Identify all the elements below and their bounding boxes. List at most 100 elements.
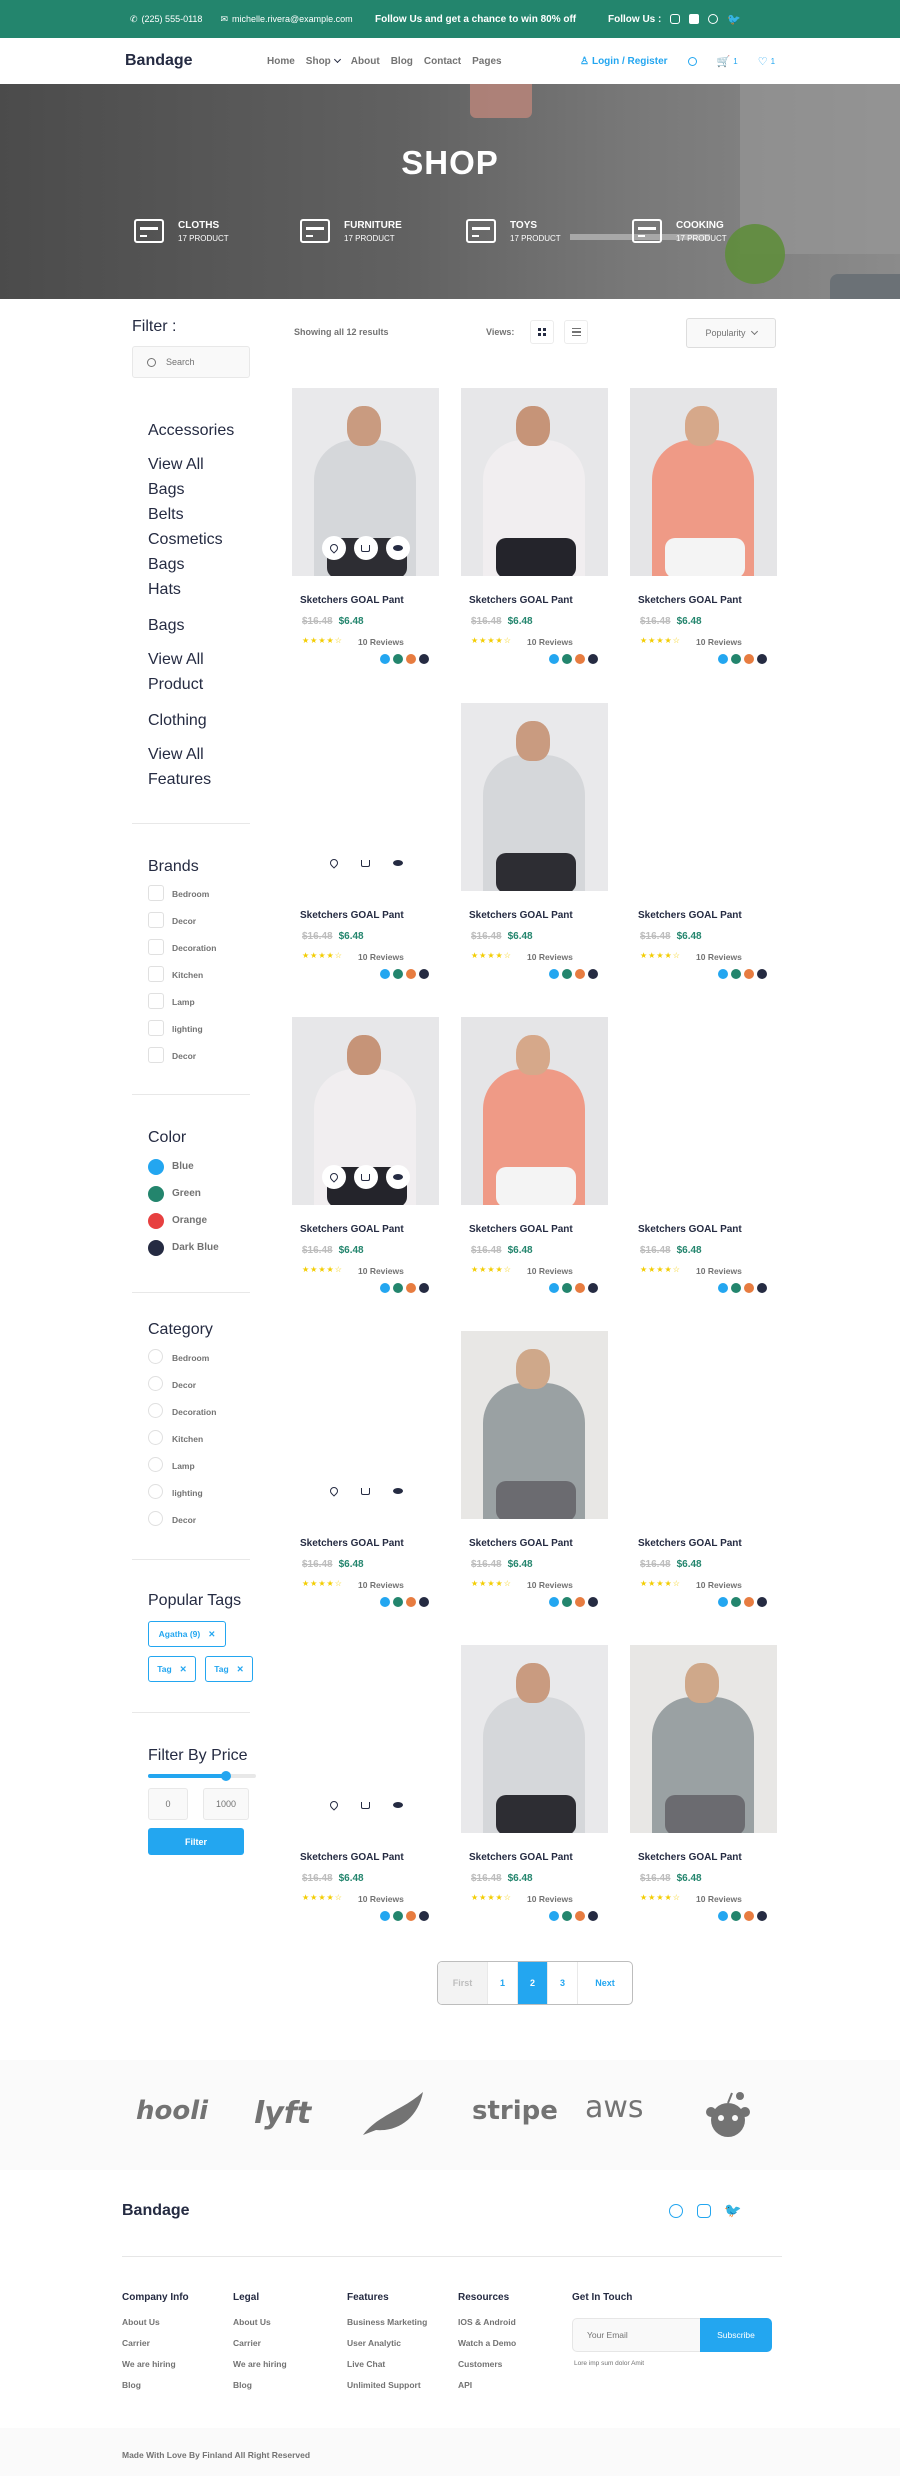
color-swatch[interactable]	[744, 654, 754, 664]
brand-checkbox[interactable]	[148, 912, 164, 928]
product-image[interactable]	[461, 388, 608, 576]
cart-button[interactable]: 🛒 1	[717, 55, 738, 68]
category-radio[interactable]	[148, 1484, 163, 1499]
sidebar-link[interactable]: Cosmetics	[148, 531, 266, 549]
color-swatch[interactable]	[575, 1911, 585, 1921]
color-swatch[interactable]	[562, 1911, 572, 1921]
category-radio[interactable]	[148, 1457, 163, 1472]
nav-contact[interactable]: Contact	[424, 56, 461, 67]
brand-checkbox[interactable]	[148, 939, 164, 955]
footer-link[interactable]: Carrier	[233, 2338, 287, 2348]
add-to-wishlist-button[interactable]	[322, 1479, 346, 1503]
brand-checkbox[interactable]	[148, 885, 164, 901]
product-name[interactable]: Sketchers GOAL Pant	[469, 1852, 573, 1863]
add-to-cart-button[interactable]	[354, 851, 378, 875]
pagination-page[interactable]: 3	[548, 1962, 578, 2004]
color-swatch[interactable]	[744, 1597, 754, 1607]
category-radio[interactable]	[148, 1349, 163, 1364]
sidebar-link[interactable]: View All	[148, 651, 266, 669]
product-name[interactable]: Sketchers GOAL Pant	[469, 910, 573, 921]
color-swatch[interactable]	[393, 1283, 403, 1293]
footer-brand[interactable]: Bandage	[122, 2202, 190, 2220]
footer-link[interactable]: We are hiring	[122, 2359, 189, 2369]
quick-view-button[interactable]	[386, 851, 410, 875]
sidebar-link[interactable]: Belts	[148, 506, 266, 524]
footer-link[interactable]: About Us	[233, 2317, 287, 2327]
color-swatch[interactable]	[575, 1597, 585, 1607]
color-swatch[interactable]	[393, 1597, 403, 1607]
color-swatch[interactable]	[731, 969, 741, 979]
price-max-input[interactable]: 1000	[203, 1788, 249, 1820]
color-swatch[interactable]	[744, 969, 754, 979]
brand-checkbox[interactable]	[148, 1047, 164, 1063]
newsletter-email-input[interactable]: Your Email	[572, 2318, 700, 2352]
product-name[interactable]: Sketchers GOAL Pant	[469, 1538, 573, 1549]
price-min-input[interactable]: 0	[148, 1788, 188, 1820]
footer-link[interactable]: Carrier	[122, 2338, 189, 2348]
color-swatch-dark-blue[interactable]	[148, 1240, 164, 1256]
color-swatch-blue[interactable]	[148, 1159, 164, 1175]
pagination-page[interactable]: 1	[488, 1962, 518, 2004]
color-swatch[interactable]	[718, 969, 728, 979]
close-icon[interactable]: ✕	[208, 1629, 215, 1640]
color-swatch[interactable]	[549, 1283, 559, 1293]
instagram-icon[interactable]	[670, 14, 681, 24]
twitter-icon[interactable]: 🐦	[727, 13, 741, 26]
color-swatch[interactable]	[380, 1597, 390, 1607]
price-slider-handle[interactable]	[220, 1771, 231, 1781]
brand-checkbox[interactable]	[148, 993, 164, 1009]
color-swatch[interactable]	[757, 969, 767, 979]
color-swatch[interactable]	[393, 654, 403, 664]
color-swatch[interactable]	[549, 654, 559, 664]
product-name[interactable]: Sketchers GOAL Pant	[638, 595, 742, 606]
pagination-page-current[interactable]: 2	[518, 1962, 548, 2004]
product-card[interactable]: Sketchers GOAL Pant $16.48 $6.48 ★★★★☆ 10 Re…	[630, 1331, 777, 1631]
price-slider[interactable]	[148, 1771, 256, 1781]
color-swatch[interactable]	[393, 1911, 403, 1921]
color-swatch[interactable]	[406, 1283, 416, 1293]
product-image[interactable]	[630, 1645, 777, 1833]
tag-chip[interactable]: Agatha (9) ✕	[148, 1621, 226, 1647]
color-swatch[interactable]	[757, 1283, 767, 1293]
category-radio[interactable]	[148, 1403, 163, 1418]
product-name[interactable]: Sketchers GOAL Pant	[300, 1224, 404, 1235]
pagination-first[interactable]: First	[438, 1962, 488, 2004]
product-name[interactable]: Sketchers GOAL Pant	[300, 1852, 404, 1863]
category-radio[interactable]	[148, 1376, 163, 1391]
product-card[interactable]: Sketchers GOAL Pant $16.48 $6.48 ★★★★☆ 10 Re…	[461, 388, 608, 688]
phone-link[interactable]: ✆ (225) 555-0118	[130, 14, 202, 25]
product-image[interactable]	[461, 1017, 608, 1205]
facebook-icon[interactable]	[669, 2204, 683, 2218]
category-radio[interactable]	[148, 1430, 163, 1445]
footer-link[interactable]: Watch a Demo	[458, 2338, 516, 2348]
instagram-icon[interactable]	[697, 2204, 711, 2218]
product-name[interactable]: Sketchers GOAL Pant	[300, 910, 404, 921]
product-card[interactable]: Sketchers GOAL Pant $16.48 $6.48 ★★★★☆ 10 Re…	[461, 1017, 608, 1317]
color-swatch[interactable]	[588, 1597, 598, 1607]
color-swatch[interactable]	[549, 969, 559, 979]
color-swatch[interactable]	[419, 969, 429, 979]
product-card[interactable]: Sketchers GOAL Pant $16.48 $6.48 ★★★★☆ 10 Re…	[630, 388, 777, 688]
footer-link[interactable]: Customers	[458, 2359, 516, 2369]
sidebar-link[interactable]: View All	[148, 746, 266, 764]
color-swatch[interactable]	[744, 1911, 754, 1921]
color-swatch[interactable]	[380, 1911, 390, 1921]
product-card[interactable]: Sketchers GOAL Pant $16.48 $6.48 ★★★★☆ 10 Re…	[461, 703, 608, 1003]
product-card[interactable]: Sketchers GOAL Pant $16.48 $6.48 ★★★★☆ 10 Re…	[292, 703, 439, 1003]
product-image[interactable]	[461, 1331, 608, 1519]
footer-link[interactable]: Unlimited Support	[347, 2380, 427, 2390]
footer-link[interactable]: User Analytic	[347, 2338, 427, 2348]
nav-pages[interactable]: Pages	[472, 56, 501, 67]
product-image[interactable]	[630, 388, 777, 576]
color-swatch[interactable]	[549, 1911, 559, 1921]
add-to-wishlist-button[interactable]	[321, 1165, 346, 1189]
product-card[interactable]: Sketchers GOAL Pant $16.48 $6.48 ★★★★☆ 10 Re…	[292, 1645, 439, 1945]
product-card[interactable]: Sketchers GOAL Pant $16.48 $6.48 ★★★★☆ 10 Re…	[292, 1017, 439, 1317]
color-swatch[interactable]	[380, 1283, 390, 1293]
category-card-furniture[interactable]: FURNITURE 17 PRODUCT	[300, 219, 466, 243]
sidebar-link[interactable]: Features	[148, 771, 266, 789]
quick-view-button[interactable]	[385, 1165, 410, 1189]
product-name[interactable]: Sketchers GOAL Pant	[300, 595, 404, 606]
product-card[interactable]: Sketchers GOAL Pant $16.48 $6.48 ★★★★☆ 10 Re…	[461, 1645, 608, 1945]
subscribe-button[interactable]: Subscribe	[700, 2318, 772, 2352]
